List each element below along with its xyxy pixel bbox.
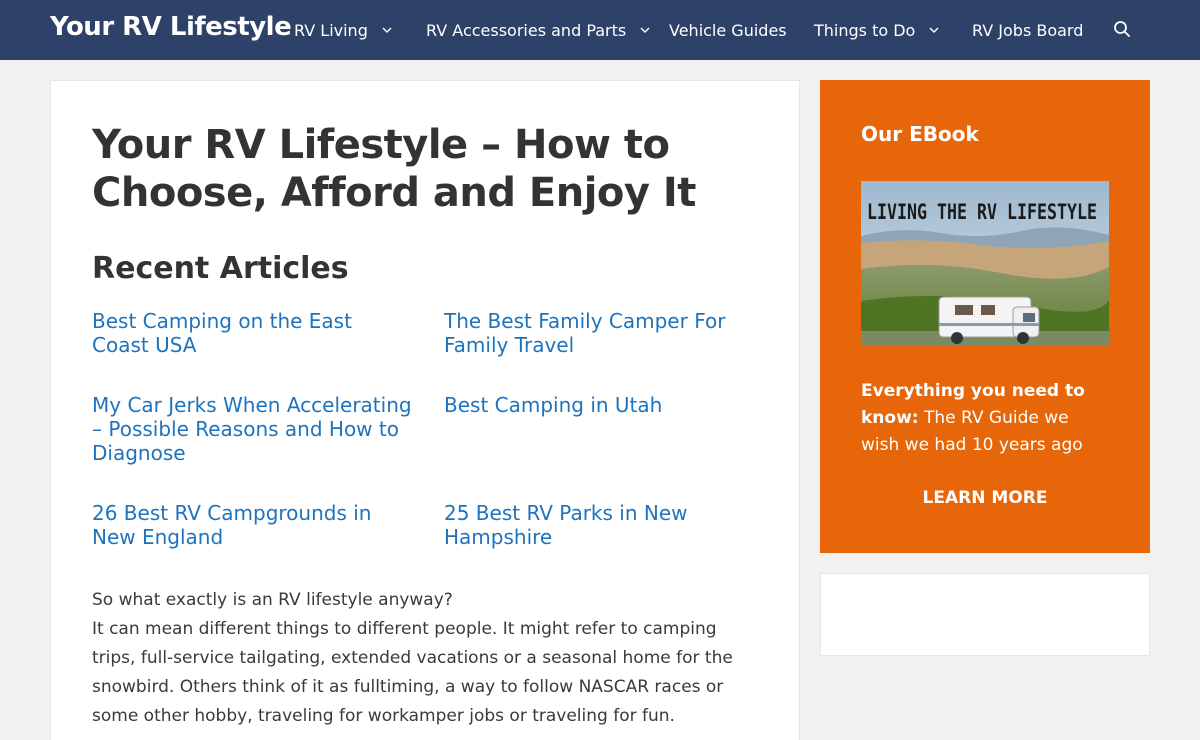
ebook-cover-image[interactable]: LIVING THE RV LIFESTYLE bbox=[861, 181, 1109, 345]
sidebar-widget bbox=[820, 573, 1150, 656]
nav-things-to-do[interactable]: Things to Do bbox=[814, 18, 939, 42]
ebook-description: Everything you need to know: The RV Guid… bbox=[861, 378, 1111, 459]
article-link[interactable]: 25 Best RV Parks in New Hampshire bbox=[444, 501, 764, 549]
site-header: Your RV Lifestyle RV Living RV Accessori… bbox=[0, 0, 1200, 60]
intro-question: So what exactly is an RV lifestyle anywa… bbox=[92, 590, 453, 610]
chevron-down-icon bbox=[929, 27, 939, 33]
nav-label: Things to Do bbox=[814, 20, 916, 40]
chevron-down-icon bbox=[640, 27, 650, 33]
recent-articles-heading: Recent Articles bbox=[92, 251, 349, 286]
nav-label: Vehicle Guides bbox=[669, 20, 787, 40]
intro-paragraph: It can mean different things to differen… bbox=[92, 619, 733, 726]
page-title: Your RV Lifestyle – How to Choose, Affor… bbox=[92, 122, 696, 216]
ebook-widget: Our EBook LIVING THE RV LIFESTYLE Everyt… bbox=[820, 80, 1150, 553]
site-logo-link[interactable]: Your RV Lifestyle bbox=[50, 12, 292, 42]
article-link[interactable]: Best Camping in Utah bbox=[444, 393, 764, 417]
nav-vehicle-guides[interactable]: Vehicle Guides bbox=[669, 18, 787, 42]
article-link[interactable]: Best Camping on the East Coast USA bbox=[92, 309, 412, 357]
nav-label: RV Jobs Board bbox=[972, 20, 1084, 40]
nav-rv-living[interactable]: RV Living bbox=[294, 18, 392, 42]
nav-label: RV Living bbox=[294, 20, 368, 40]
search-icon[interactable] bbox=[1113, 20, 1131, 38]
learn-more-button[interactable]: LEARN MORE bbox=[820, 488, 1150, 508]
intro-text: So what exactly is an RV lifestyle anywa… bbox=[92, 586, 762, 731]
main-content: Your RV Lifestyle – How to Choose, Affor… bbox=[50, 80, 800, 740]
article-link[interactable]: The Best Family Camper For Family Travel bbox=[444, 309, 764, 357]
article-link[interactable]: 26 Best RV Campgrounds in New England bbox=[92, 501, 412, 549]
nav-rv-accessories[interactable]: RV Accessories and Parts bbox=[426, 18, 650, 42]
nav-label: RV Accessories and Parts bbox=[426, 20, 627, 40]
chevron-down-icon bbox=[382, 27, 392, 33]
ebook-cover-caption: LIVING THE RV LIFESTYLE bbox=[867, 200, 1097, 224]
nav-rv-jobs-board[interactable]: RV Jobs Board bbox=[972, 18, 1083, 42]
article-link[interactable]: My Car Jerks When Accelerating – Possibl… bbox=[92, 393, 412, 465]
ebook-title: Our EBook bbox=[861, 122, 979, 146]
